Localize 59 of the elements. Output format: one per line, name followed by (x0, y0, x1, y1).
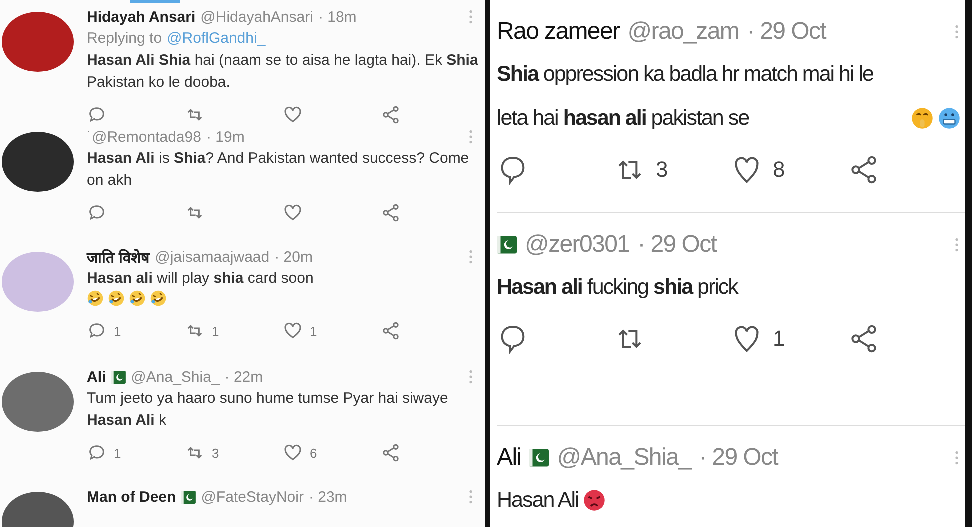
tweet-time: · 29 Oct (638, 231, 717, 259)
author-handle[interactable]: @Ana_Shia_ (557, 444, 692, 472)
share-icon[interactable] (381, 443, 401, 463)
tweet-text: Hasan Ali is Shia? And Pakistan wanted success? Come on akh (87, 149, 470, 191)
rofl-emoji-icon (87, 290, 104, 307)
heart-icon[interactable] (283, 321, 303, 341)
author-handle[interactable]: @rao_zam (628, 18, 740, 46)
tweet-text: Hasan Ali (497, 487, 579, 514)
action-count: 1 (773, 326, 786, 352)
tweet-time: · 29 Oct (699, 444, 778, 472)
action-count: 3 (656, 157, 668, 183)
action-count: 8 (773, 157, 786, 183)
heart-icon[interactable] (283, 203, 303, 223)
rofl-emoji-icon (150, 290, 167, 307)
speech-bubble-icon[interactable] (87, 443, 107, 463)
author-name: Rao zameer (497, 18, 620, 46)
rofl-emoji-icon (129, 290, 146, 307)
action-count: 1 (212, 324, 220, 338)
tweet-time: · 22m (224, 368, 264, 386)
rofl-emoji-icon (108, 290, 125, 307)
tweet-text: Hasan ali fucking shia prick (497, 274, 738, 301)
tweet-text: Hasan Ali Shia hai (naam se to aisa he lagta hai). Ek Shia Pakistan ko le dooba. (87, 51, 479, 93)
tweet-text: Tum jeeto ya haaro suno hume tumse Pyar hai siwaye Hasan Ali k (87, 389, 450, 431)
heart-icon[interactable] (283, 105, 303, 125)
share-icon[interactable] (381, 321, 401, 341)
tweet-text: Shia oppression ka badla hr match mai hi le leta hai hasan ali pakistan se (497, 61, 874, 132)
author-handle[interactable]: @FateStayNoir (201, 488, 304, 506)
author-name: जाति विशेष (87, 248, 150, 267)
action-count: 1 (114, 446, 122, 460)
author-name: Ali (87, 368, 106, 386)
author-handle[interactable]: @zer0301 (525, 231, 630, 259)
author-name: Man of Deen (87, 488, 176, 506)
shush-emoji-icon (911, 107, 934, 130)
tweet-time: · 20m (274, 248, 313, 266)
reply-handle-link[interactable]: @RoflGandhi_ (167, 28, 266, 50)
angry-emoji-icon (582, 489, 606, 512)
action-count: 1 (114, 324, 122, 338)
author-handle[interactable]: @jaisamaajwaad (155, 248, 270, 266)
author-name: Hidayah Ansari (87, 8, 196, 26)
author-handle[interactable]: ˙@Remontada98 (87, 128, 202, 146)
author-handle[interactable]: @HidayahAnsari (200, 8, 314, 26)
cold-emoji-icon (938, 107, 961, 130)
author-name: Ali (497, 444, 522, 472)
speech-bubble-icon[interactable] (87, 203, 107, 223)
author-handle[interactable]: @Ana_Shia_ (131, 368, 220, 386)
action-count: 6 (310, 446, 318, 460)
heart-icon[interactable] (283, 443, 303, 463)
tweet-text: Hasan ali will play shia card soon (87, 269, 315, 289)
speech-bubble-icon[interactable] (87, 105, 107, 125)
share-icon[interactable] (381, 203, 401, 223)
replying-label: Replying to (87, 29, 162, 49)
tweet-time: · 29 Oct (747, 18, 826, 46)
action-count: 3 (212, 446, 220, 460)
tweet-time: · 18m (318, 8, 357, 26)
tweet-time: · 23m (308, 488, 348, 506)
action-count: 1 (310, 324, 318, 338)
speech-bubble-icon[interactable] (87, 321, 107, 341)
tweet-time: · 19m (206, 128, 245, 146)
share-icon[interactable] (381, 105, 401, 125)
